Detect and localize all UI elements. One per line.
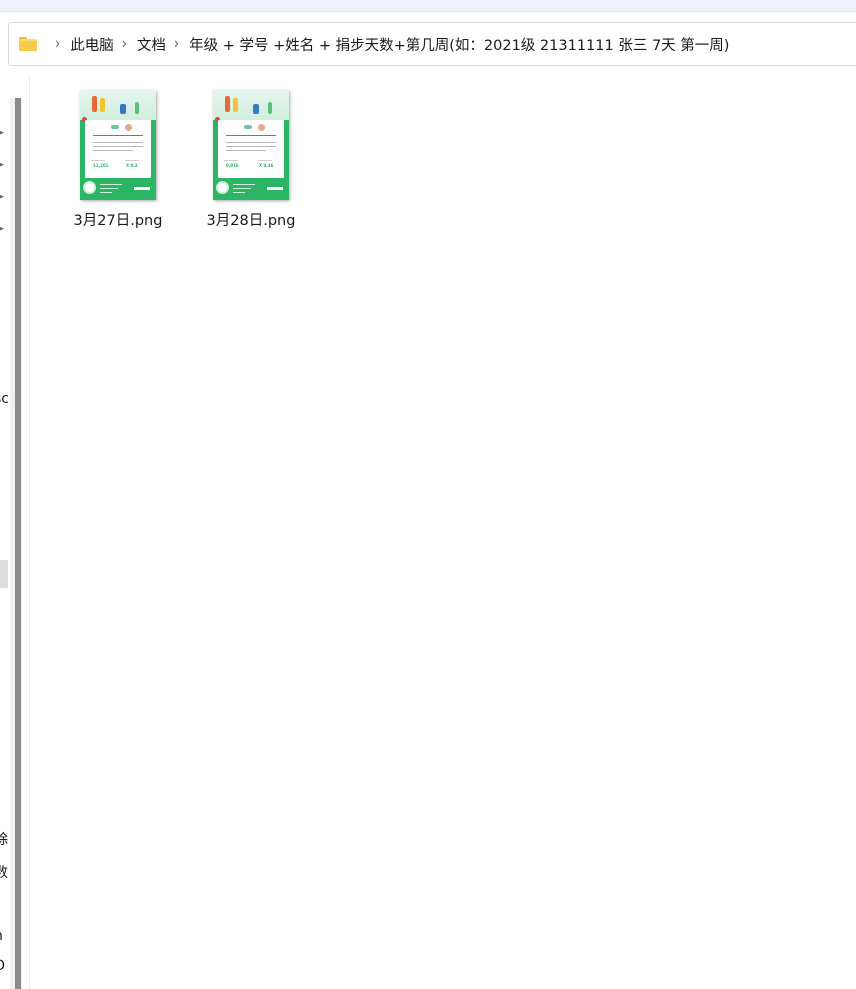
thumb-rank: X 0.36 <box>259 163 274 168</box>
file-name[interactable]: 3月28日.png <box>207 209 296 230</box>
image-thumbnail: 11,201 X 0.3 <box>80 90 156 200</box>
nav-item-selected[interactable] <box>0 560 8 588</box>
expand-arrow-icon[interactable]: ▶ <box>0 160 5 170</box>
file-item[interactable]: 11,201 X 0.3 3月27日.png <box>63 90 173 240</box>
chevron-right-icon[interactable]: › <box>55 35 60 53</box>
thumb-steps: 9,816 <box>226 163 239 168</box>
address-bar[interactable]: › 此电脑 › 文档 › 年级 + 学号 +姓名 + 捐步天数+第几周(如：20… <box>8 22 856 66</box>
expand-arrow-icon[interactable]: ▶ <box>0 128 5 138</box>
folder-icon <box>19 37 37 51</box>
file-name[interactable]: 3月27日.png <box>74 209 163 230</box>
image-thumbnail: 9,816 X 0.36 <box>213 90 289 200</box>
navigation-pane[interactable]: ▶ ▶ ▶ ▶ sc 除 数 n O <box>0 76 30 989</box>
breadcrumb-current-folder[interactable]: 年级 + 学号 +姓名 + 捐步天数+第几周(如：2021级 21311111 … <box>189 34 729 55</box>
nav-item-label[interactable]: O <box>0 958 5 974</box>
breadcrumb-documents[interactable]: 文档 <box>137 34 166 55</box>
breadcrumb-this-pc[interactable]: 此电脑 <box>70 34 114 55</box>
title-strip <box>0 0 856 12</box>
nav-item-label[interactable]: n <box>0 928 3 944</box>
chevron-right-icon[interactable]: › <box>122 35 127 53</box>
nav-item-label[interactable]: 数 <box>0 862 8 882</box>
nav-item-label[interactable]: sc <box>0 391 9 407</box>
expand-arrow-icon[interactable]: ▶ <box>0 224 5 234</box>
file-item[interactable]: 9,816 X 0.36 3月28日.png <box>196 90 306 240</box>
chevron-right-icon[interactable]: › <box>174 35 179 53</box>
nav-item-label[interactable]: 除 <box>0 829 8 849</box>
thumb-rank: X 0.3 <box>126 163 138 168</box>
thumb-steps: 11,201 <box>93 163 109 168</box>
file-list-view[interactable]: 11,201 X 0.3 3月27日.png 9,816 X 0.36 3月28… <box>31 76 856 989</box>
nav-scrollbar-thumb[interactable] <box>15 98 21 989</box>
expand-arrow-icon[interactable]: ▶ <box>0 192 5 202</box>
